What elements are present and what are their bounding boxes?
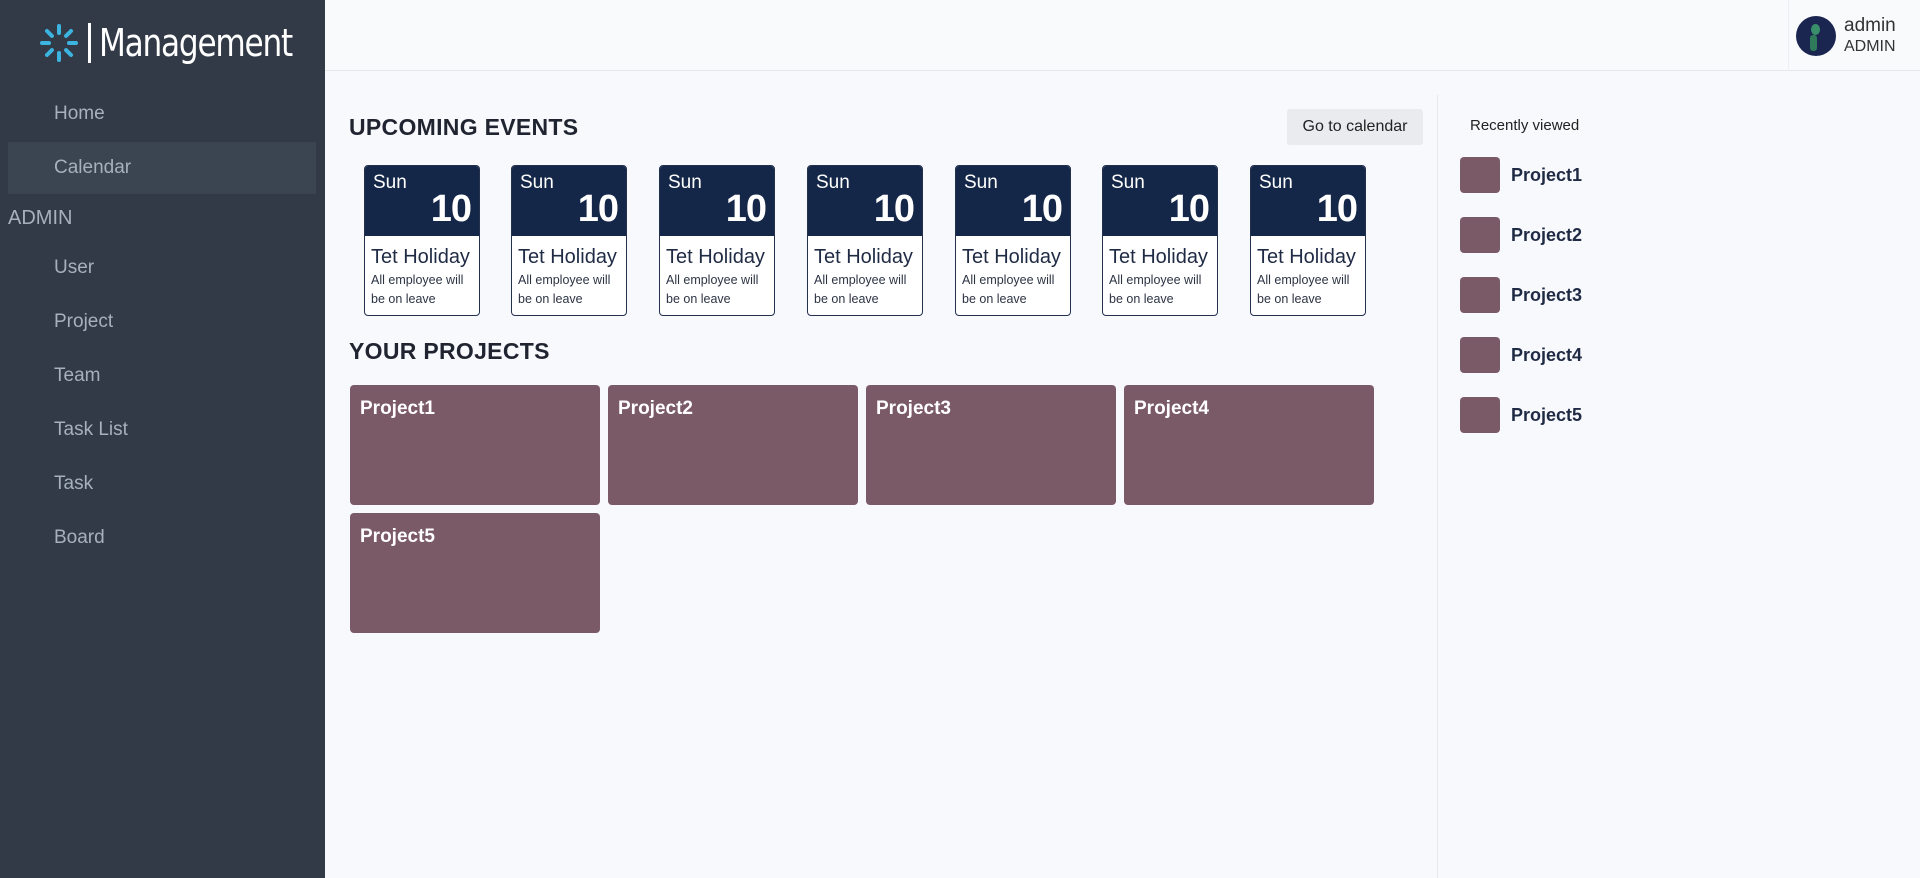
spinner-logo-icon [38,22,80,64]
recent-item-project4[interactable]: Project4 [1460,337,1582,373]
event-date-header: Sun 10 [365,166,479,236]
user-name: admin [1844,14,1896,36]
project-name: Project5 [360,526,435,547]
event-card[interactable]: Sun 10 Tet Holiday All employee will be … [955,165,1071,316]
project-card-project3[interactable]: Project3 [866,385,1116,505]
recently-viewed-panel: Recently viewed Project1 Project2 Projec… [1437,95,1920,878]
recently-viewed-title: Recently viewed [1470,117,1580,134]
event-day: Sun [1111,172,1145,193]
project-color-swatch [1460,157,1500,193]
user-menu[interactable]: admin ADMIN [1788,0,1920,71]
avatar[interactable] [1796,15,1836,56]
brand-logo[interactable]: Management [38,18,334,68]
project-card-project1[interactable]: Project1 [350,385,600,505]
project-name: Project2 [618,398,693,419]
event-date-header: Sun 10 [1251,166,1365,236]
event-title: Tet Holiday [962,246,1061,268]
project-name: Project1 [360,398,435,419]
event-card[interactable]: Sun 10 Tet Holiday All employee will be … [1250,165,1366,316]
event-day: Sun [964,172,998,193]
event-date-header: Sun 10 [512,166,626,236]
project-name: Project3 [876,398,951,419]
app-title: Management [99,21,293,65]
event-description: All employee will be on leave [814,273,907,306]
project-color-swatch [1460,277,1500,313]
recent-item-label: Project2 [1511,224,1583,245]
event-title: Tet Holiday [518,246,617,268]
sidebar-item-user[interactable]: User [0,242,325,294]
event-date-header: Sun 10 [1103,166,1217,236]
upcoming-events-title: UPCOMING EVENTS [349,114,579,140]
event-date: 10 [725,188,767,230]
event-description: All employee will be on leave [371,273,464,306]
go-to-calendar-button[interactable]: Go to calendar [1287,109,1423,145]
sidebar-item-project[interactable]: Project [0,296,325,348]
sidebar-item-task[interactable]: Task [0,458,325,510]
recent-item-label: Project1 [1511,164,1583,185]
event-description: All employee will be on leave [666,273,759,306]
project-card-project2[interactable]: Project2 [608,385,858,505]
top-bar: admin ADMIN [325,0,1920,71]
event-title: Tet Holiday [1257,246,1356,268]
project-color-swatch [1460,397,1500,433]
recent-item-project5[interactable]: Project5 [1460,397,1582,433]
event-title: Tet Holiday [371,246,470,268]
sidebar: Management Home Calendar ADMIN User Proj… [0,0,325,878]
event-description: All employee will be on leave [1257,273,1350,306]
event-date: 10 [1168,188,1210,230]
event-card[interactable]: Sun 10 Tet Holiday All employee will be … [511,165,627,316]
recent-item-label: Project3 [1511,284,1583,305]
event-card[interactable]: Sun 10 Tet Holiday All employee will be … [1102,165,1218,316]
project-card-project5[interactable]: Project5 [350,513,600,633]
sidebar-item-team[interactable]: Team [0,350,325,402]
sidebar-section-admin: ADMIN [8,207,73,229]
event-card[interactable]: Sun 10 Tet Holiday All employee will be … [659,165,775,316]
event-day: Sun [520,172,554,193]
event-description: All employee will be on leave [518,273,611,306]
recent-item-project2[interactable]: Project2 [1460,217,1582,253]
project-name: Project4 [1134,398,1209,419]
event-day: Sun [816,172,850,193]
project-color-swatch [1460,217,1500,253]
event-title: Tet Holiday [666,246,765,268]
event-card[interactable]: Sun 10 Tet Holiday All employee will be … [807,165,923,316]
recent-item-label: Project4 [1511,344,1583,365]
sidebar-item-calendar[interactable]: Calendar [8,142,316,194]
recent-item-label: Project5 [1511,404,1583,425]
event-date-header: Sun 10 [956,166,1070,236]
event-title: Tet Holiday [1109,246,1208,268]
sidebar-item-home[interactable]: Home [0,88,325,140]
brand-divider [88,23,91,63]
event-date: 10 [1316,188,1358,230]
user-role: ADMIN [1844,38,1896,56]
event-date: 10 [430,188,472,230]
event-description: All employee will be on leave [1109,273,1202,306]
event-date-header: Sun 10 [660,166,774,236]
project-color-swatch [1460,337,1500,373]
event-date: 10 [577,188,619,230]
sidebar-item-task-list[interactable]: Task List [0,404,325,456]
event-day: Sun [668,172,702,193]
recent-item-project3[interactable]: Project3 [1460,277,1582,313]
event-day: Sun [1259,172,1293,193]
project-card-project4[interactable]: Project4 [1124,385,1374,505]
event-description: All employee will be on leave [962,273,1055,306]
event-date: 10 [873,188,915,230]
recent-item-project1[interactable]: Project1 [1460,157,1582,193]
sidebar-item-board[interactable]: Board [0,512,325,564]
event-date-header: Sun 10 [808,166,922,236]
event-date: 10 [1021,188,1063,230]
your-projects-title: YOUR PROJECTS [349,338,550,364]
event-day: Sun [373,172,407,193]
event-card[interactable]: Sun 10 Tet Holiday All employee will be … [364,165,480,316]
event-title: Tet Holiday [814,246,913,268]
